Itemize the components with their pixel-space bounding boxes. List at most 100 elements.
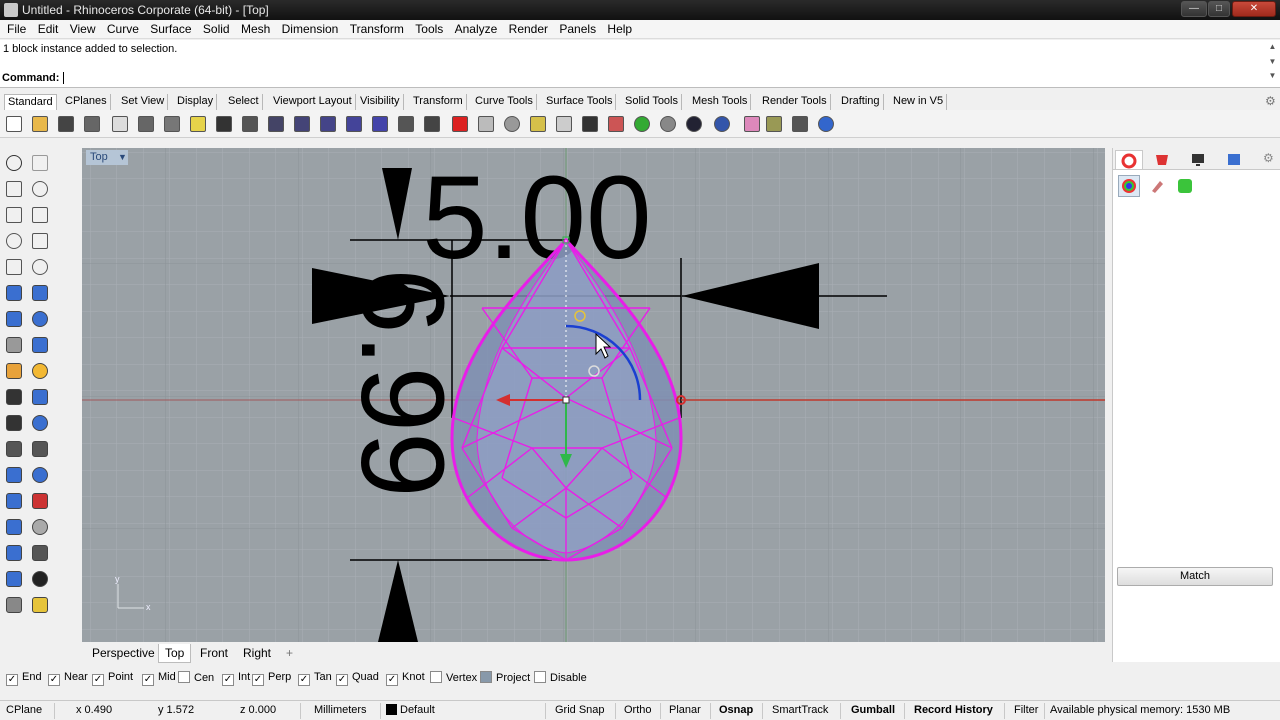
menu-transform[interactable]: Transform [350, 20, 404, 36]
box-tool[interactable] [3, 308, 25, 330]
tab-surface-tools[interactable]: Surface Tools [543, 94, 617, 110]
boolean-tool[interactable] [3, 412, 25, 434]
menu-view[interactable]: View [70, 20, 96, 36]
osnap-quad-checkbox[interactable]: ✓ [336, 674, 348, 686]
paint-tool[interactable] [29, 594, 51, 616]
command-input[interactable] [63, 72, 64, 84]
osnap-disable-checkbox[interactable] [534, 671, 546, 683]
surface-tool[interactable] [3, 282, 25, 304]
osnap-near-checkbox[interactable]: ✓ [48, 674, 60, 686]
status-layer[interactable]: Default [386, 704, 435, 716]
dim-tool[interactable] [29, 516, 51, 538]
copy-button[interactable] [161, 113, 183, 135]
light-button[interactable] [741, 113, 763, 135]
save-button[interactable] [55, 113, 77, 135]
viewport-layout-button[interactable] [421, 113, 443, 135]
array-tool[interactable] [3, 490, 25, 512]
viewport-menu-chevron-icon[interactable]: ▼ [118, 150, 127, 165]
osnap-near[interactable]: ✓ Near [48, 671, 88, 686]
zoom-selected-button[interactable] [369, 113, 391, 135]
check-tool[interactable] [29, 568, 51, 590]
osnap-point-checkbox[interactable]: ✓ [92, 674, 104, 686]
osnap-perp-checkbox[interactable]: ✓ [252, 674, 264, 686]
group-tool[interactable] [29, 412, 51, 434]
osnap-vertex-checkbox[interactable] [430, 671, 442, 683]
gumball-center[interactable] [562, 396, 570, 404]
cut-button[interactable] [135, 113, 157, 135]
tab-set-view[interactable]: Set View [118, 94, 169, 110]
scroll-down-icon[interactable]: ▼ [1267, 57, 1278, 66]
status-osnap[interactable]: Osnap [719, 704, 753, 716]
menu-tools[interactable]: Tools [415, 20, 443, 36]
maximize-button[interactable]: □ [1208, 1, 1230, 17]
tab-top[interactable]: Top [158, 644, 192, 663]
arc-tool[interactable] [3, 230, 25, 252]
menu-analyze[interactable]: Analyze [455, 20, 498, 36]
tab-mesh-tools[interactable]: Mesh Tools [689, 94, 752, 110]
tab-solid-tools[interactable]: Solid Tools [622, 94, 682, 110]
osnap-int-checkbox[interactable]: ✓ [222, 674, 234, 686]
osnap-cen[interactable]: Cen [178, 671, 214, 684]
osnap-project-checkbox[interactable] [480, 671, 492, 683]
minimize-button[interactable]: — [1181, 1, 1207, 17]
tab-new-in-v5[interactable]: New in V5 [890, 94, 948, 110]
menu-mesh[interactable]: Mesh [241, 20, 270, 36]
osnap-cen-checkbox[interactable] [178, 671, 190, 683]
osnap-disable[interactable]: Disable [534, 671, 587, 684]
tab-transform[interactable]: Transform [410, 94, 467, 110]
cylinder-tool[interactable] [3, 334, 25, 356]
cloud-button[interactable] [475, 113, 497, 135]
open-button[interactable] [29, 113, 51, 135]
viewport-title[interactable]: Top ▼ [86, 150, 128, 165]
ellipse-tool[interactable] [29, 204, 51, 226]
osnap-tan-checkbox[interactable]: ✓ [298, 674, 310, 686]
mesh-tool[interactable] [29, 334, 51, 356]
lightbulb-button[interactable] [553, 113, 575, 135]
menu-curve[interactable]: Curve [107, 20, 139, 36]
lightning-tool[interactable] [29, 360, 51, 382]
match-button[interactable]: Match [1117, 567, 1273, 586]
tab-cplanes[interactable]: CPlanes [62, 94, 111, 110]
menu-solid[interactable]: Solid [203, 20, 230, 36]
status-ortho[interactable]: Ortho [624, 704, 652, 716]
osnap-point[interactable]: ✓ Point [92, 671, 133, 686]
tab-visibility[interactable]: Visibility [357, 94, 404, 110]
osnap-end-checkbox[interactable]: ✓ [6, 674, 18, 686]
menu-dimension[interactable]: Dimension [282, 20, 339, 36]
polyline-tool[interactable] [3, 178, 25, 200]
tab-right[interactable]: Right [237, 644, 277, 663]
toolbar-settings-icon[interactable]: ⚙ [1265, 94, 1276, 108]
menu-surface[interactable]: Surface [150, 20, 191, 36]
status-record-history[interactable]: Record History [914, 704, 993, 716]
circle-tool[interactable] [3, 204, 25, 226]
add-viewport-tab-icon[interactable]: + [280, 644, 299, 663]
grid-button[interactable] [527, 113, 549, 135]
help-button[interactable] [815, 113, 837, 135]
render-sphere-button[interactable] [683, 113, 705, 135]
offset-tool[interactable] [3, 438, 25, 460]
tab-perspective[interactable]: Perspective [86, 644, 161, 663]
osnap-quad[interactable]: ✓ Quad [336, 671, 379, 686]
status-gumball[interactable]: Gumball [851, 704, 895, 716]
menu-render[interactable]: Render [509, 20, 548, 36]
grid-array-tool[interactable] [3, 542, 25, 564]
close-button[interactable]: ✕ [1232, 1, 1276, 17]
transform-tool[interactable] [29, 464, 51, 486]
snap-button[interactable] [789, 113, 811, 135]
explode-tool[interactable] [3, 360, 25, 382]
tab-display[interactable]: Display [174, 94, 218, 110]
material-sphere-button[interactable] [711, 113, 733, 135]
tab-front[interactable]: Front [194, 644, 234, 663]
help-tab[interactable] [1221, 150, 1249, 169]
osnap-mid[interactable]: ✓ Mid [142, 671, 176, 686]
mirror-tool[interactable] [29, 490, 51, 512]
sphere-tool[interactable] [29, 308, 51, 330]
pan-hand-button[interactable] [239, 113, 261, 135]
status-smarttrack[interactable]: SmartTrack [772, 704, 828, 716]
blend-tool[interactable] [29, 438, 51, 460]
undo-button[interactable] [213, 113, 235, 135]
menu-file[interactable]: File [7, 20, 26, 36]
trim-tool[interactable] [3, 386, 25, 408]
point-tool[interactable] [29, 152, 51, 174]
menu-edit[interactable]: Edit [38, 20, 59, 36]
